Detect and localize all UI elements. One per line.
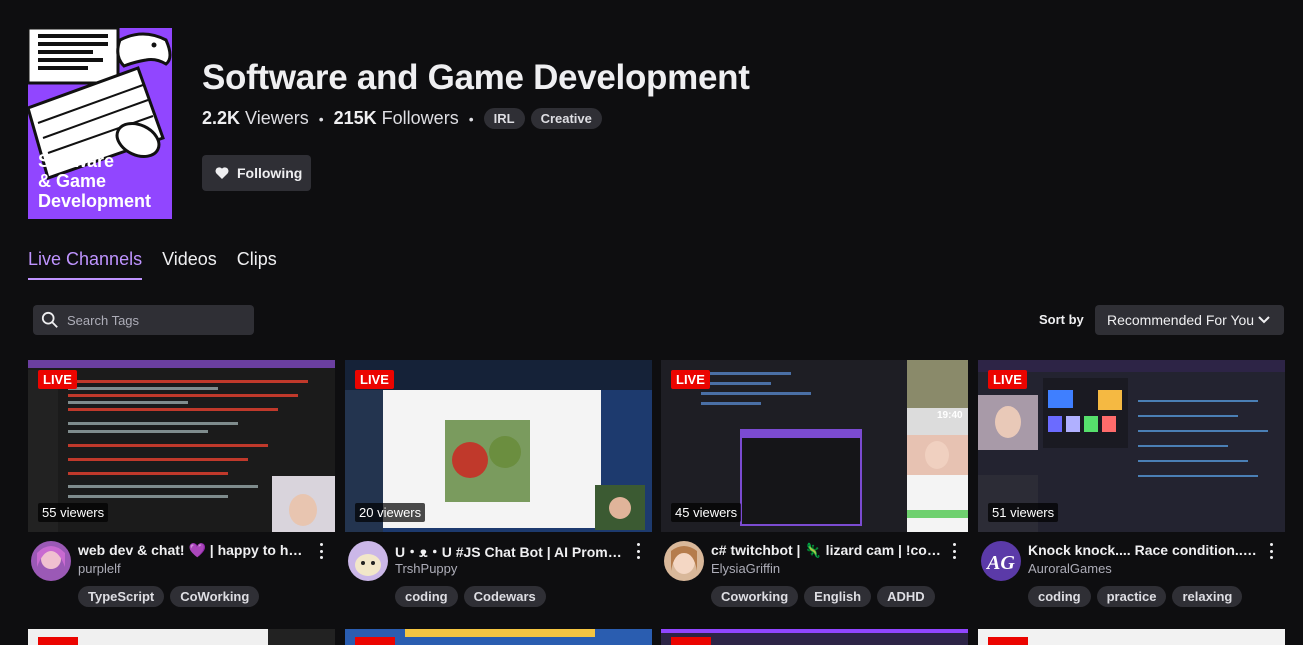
viewers-count: 2.2K [202, 108, 241, 128]
stream-thumbnail[interactable]: LIVE 20 viewers [345, 360, 652, 532]
channel-card[interactable]: 19:40 LIVE 45 viewers c# twitchbot | 🦎 l… [661, 360, 968, 611]
sort-value: Recommended For You [1107, 312, 1255, 328]
search-tags-input[interactable] [67, 312, 237, 328]
streamer-name[interactable]: purplelf [78, 561, 121, 576]
tab-clips[interactable]: Clips [237, 249, 277, 280]
streamer-avatar[interactable] [31, 541, 71, 581]
followers-label: Followers [381, 108, 459, 128]
stream-tag[interactable]: practice [1096, 586, 1167, 607]
streamer-avatar[interactable] [348, 541, 388, 581]
stream-thumbnail[interactable] [28, 629, 335, 645]
sort-by-label: Sort by [1039, 312, 1084, 327]
streamer-name[interactable]: TrshPuppy [395, 561, 457, 576]
tab-live-channels[interactable]: Live Channels [28, 249, 143, 280]
search-tags-box[interactable] [33, 305, 254, 335]
following-label: Following [237, 165, 303, 181]
stream-thumbnail[interactable] [345, 629, 652, 645]
stream-tag[interactable]: relaxing [1172, 586, 1243, 607]
category-tag-creative[interactable]: Creative [530, 108, 602, 129]
more-options-icon[interactable] [315, 543, 327, 559]
category-cover-art: Software & Game Development [28, 28, 172, 219]
category-title: Software and Game Development [202, 58, 750, 97]
channel-card[interactable]: LIVE 51 viewers AG Knock knock.... Race … [978, 360, 1285, 611]
live-badge: LIVE [671, 370, 710, 389]
more-options-icon[interactable] [948, 543, 960, 559]
stream-thumbnail[interactable]: 19:40 LIVE 45 viewers [661, 360, 968, 532]
channel-card[interactable]: LIVE 20 viewers U・ᴥ・U #JS Chat Bot | AI … [345, 360, 652, 611]
stream-title[interactable]: c# twitchbot | 🦎 lizard cam | !commands [711, 542, 941, 559]
stream-title[interactable]: Knock knock.... Race condition...... Who… [1028, 542, 1258, 558]
stream-title[interactable]: web dev & chat! 💜 | happy to help | !dlu… [78, 542, 308, 559]
stream-thumbnail[interactable] [661, 629, 968, 645]
category-tag-irl[interactable]: IRL [483, 108, 525, 129]
viewer-count: 45 viewers [671, 503, 742, 522]
category-stats: 2.2K Viewers • 215K Followers • IRL Crea… [202, 108, 608, 129]
chevron-down-icon [1258, 316, 1270, 324]
following-button[interactable]: Following [202, 155, 311, 191]
stream-thumbnail[interactable]: LIVE 51 viewers [978, 360, 1285, 532]
stream-tag[interactable]: ADHD [877, 586, 935, 607]
live-badge: LIVE [988, 370, 1027, 389]
followers-count: 215K [333, 108, 377, 128]
stream-thumbnail[interactable]: LIVE 55 viewers [28, 360, 335, 532]
viewers-label: Viewers [245, 108, 309, 128]
stream-tag[interactable]: coding [1028, 586, 1091, 607]
stream-tag[interactable]: Codewars [463, 586, 546, 607]
streamer-name[interactable]: ElysiaGriffin [711, 561, 780, 576]
viewer-count: 55 viewers [38, 503, 109, 522]
search-icon [41, 311, 58, 328]
tab-videos[interactable]: Videos [162, 249, 217, 280]
heart-icon [215, 167, 229, 179]
stream-title[interactable]: U・ᴥ・U #JS Chat Bot | AI Prompt Engineeri… [395, 542, 625, 562]
streamer-avatar[interactable]: AG [981, 541, 1021, 581]
sort-dropdown[interactable]: Recommended For You [1095, 305, 1284, 335]
live-badge: LIVE [355, 370, 394, 389]
content-tabs: Live Channels Videos Clips [28, 249, 297, 280]
more-options-icon[interactable] [1265, 543, 1277, 559]
streamer-name[interactable]: AuroralGames [1028, 561, 1112, 576]
stream-tag[interactable]: TypeScript [78, 586, 165, 607]
viewer-count: 20 viewers [355, 503, 426, 522]
stream-tag[interactable]: coding [395, 586, 458, 607]
viewer-count: 51 viewers [988, 503, 1059, 522]
live-badge: LIVE [38, 370, 77, 389]
svg-text:AG: AG [985, 552, 1015, 574]
cover-title: Software & Game Development [38, 151, 152, 211]
stream-tag[interactable]: CoWorking [170, 586, 260, 607]
separator-dot: • [468, 110, 474, 127]
svg-text:19:40: 19:40 [937, 410, 963, 421]
streamer-avatar[interactable] [664, 541, 704, 581]
channel-card[interactable]: LIVE 55 viewers web dev & chat! 💜 | happ… [28, 360, 335, 611]
stream-thumbnail[interactable] [978, 629, 1285, 645]
more-options-icon[interactable] [632, 543, 644, 559]
separator-dot: • [318, 110, 324, 127]
stream-tag[interactable]: English [804, 586, 872, 607]
stream-tag[interactable]: Coworking [711, 586, 799, 607]
